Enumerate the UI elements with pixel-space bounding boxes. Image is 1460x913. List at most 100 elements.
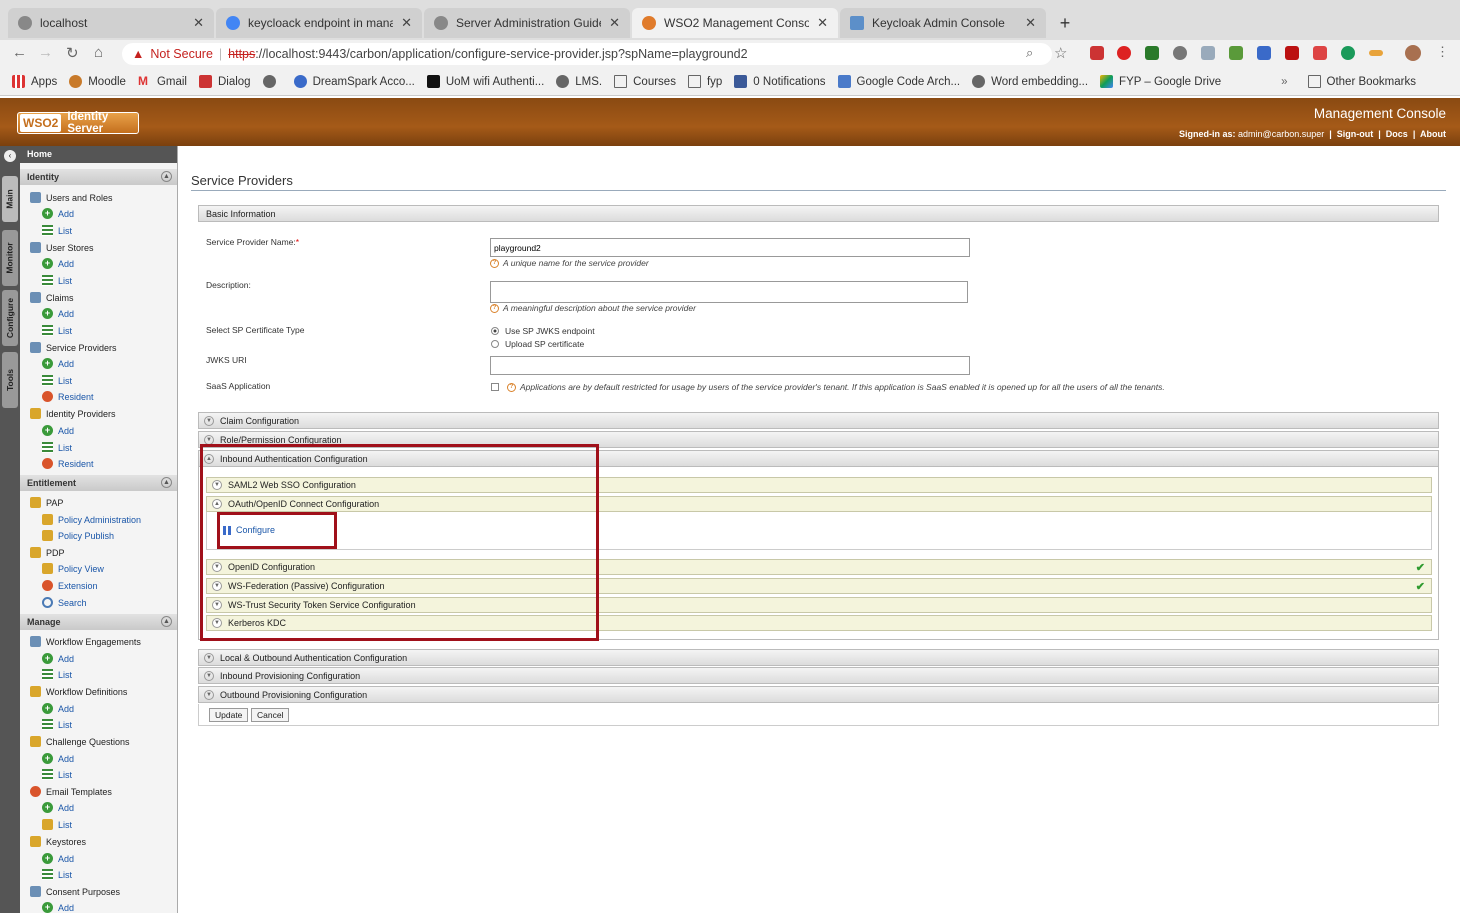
sidebar-link-add[interactable]: + Add: [42, 308, 74, 319]
section-identity[interactable]: Identity ▲: [20, 169, 177, 185]
cancel-button[interactable]: Cancel: [251, 708, 290, 722]
zoom-search-icon[interactable]: ⌕: [1026, 45, 1033, 61]
radio-selected[interactable]: [491, 327, 499, 335]
bookmark-fyp-drive[interactable]: FYP – Google Drive: [1100, 75, 1221, 88]
sidebar-link-add[interactable]: + Add: [42, 902, 74, 913]
address-bar[interactable]: ▲ Not Secure | https://localhost:9443/ca…: [122, 43, 1052, 65]
sidebar-link-list[interactable]: List: [42, 325, 72, 336]
inbound-prov-header[interactable]: ▼ Inbound Provisioning Configuration: [198, 667, 1439, 684]
sidebar-link-resident[interactable]: Resident: [42, 391, 94, 402]
sidebar-link-list[interactable]: List: [42, 225, 72, 236]
sidebar-link-list[interactable]: List: [42, 442, 72, 453]
claim-config-header[interactable]: ▼ Claim Configuration: [198, 412, 1439, 429]
sidebar-link-list[interactable]: List: [42, 769, 72, 780]
sidebar-item-challenge-questions[interactable]: Challenge Questions: [30, 736, 130, 747]
wso2-logo[interactable]: WSO2 Identity Server: [17, 111, 139, 135]
sidebar-link-add[interactable]: + Add: [42, 802, 74, 813]
sidebar-item-service-providers[interactable]: Service Providers: [30, 342, 117, 353]
sidebar-link-policy-publish[interactable]: Policy Publish: [42, 530, 114, 541]
section-entitlement[interactable]: Entitlement ▲: [20, 475, 177, 491]
cert-radio-upload[interactable]: Upload SP certificate: [491, 339, 584, 349]
update-button[interactable]: Update: [209, 708, 249, 722]
sidebar-link-policy-view[interactable]: Policy View: [42, 563, 104, 574]
close-icon[interactable]: ✕: [401, 15, 412, 31]
menu-icon[interactable]: ⋮: [1436, 44, 1449, 60]
bookmark-apps[interactable]: Apps: [12, 75, 57, 88]
sp-name-input[interactable]: [490, 238, 970, 257]
bookmark-lms[interactable]: LMS.: [556, 75, 602, 88]
sidebar-link-add[interactable]: + Add: [42, 853, 74, 864]
sidebar-item-workflow-definitions[interactable]: Workflow Definitions: [30, 686, 127, 697]
bookmark-fyp[interactable]: fyp: [687, 75, 722, 88]
extension-icon[interactable]: [1285, 46, 1299, 60]
collapse-icon[interactable]: ▲: [161, 477, 172, 488]
extension-icon[interactable]: [1257, 46, 1271, 60]
local-outbound-header[interactable]: ▼ Local & Outbound Authentication Configu…: [198, 649, 1439, 666]
tab-keycloack[interactable]: keycloack endpoint in manage✕: [216, 8, 422, 38]
radio-unselected[interactable]: [491, 340, 499, 348]
sidebar-link-resident[interactable]: Resident: [42, 458, 94, 469]
sidebar-item-pdp[interactable]: PDP: [30, 547, 65, 558]
extension-icon[interactable]: [1117, 46, 1131, 60]
sidebar-item-pap[interactable]: PAP: [30, 497, 63, 508]
bookmarks-overflow[interactable]: »: [1281, 76, 1287, 88]
sidebar-link-add[interactable]: + Add: [42, 208, 74, 219]
tab-tools[interactable]: Tools: [2, 352, 18, 408]
extension-icon[interactable]: [1229, 46, 1243, 60]
bookmark-courses[interactable]: Courses: [614, 75, 676, 88]
sidebar-link-search[interactable]: Search: [42, 597, 87, 608]
sidebar-link-list[interactable]: List: [42, 819, 72, 830]
collapse-icon[interactable]: ▲: [161, 171, 172, 182]
jwks-uri-input[interactable]: [490, 356, 970, 375]
sidebar-home[interactable]: Home: [20, 146, 177, 163]
avatar[interactable]: [1405, 45, 1421, 61]
sidebar-link-add[interactable]: + Add: [42, 258, 74, 269]
sidebar-link-add[interactable]: + Add: [42, 703, 74, 714]
bookmark-globe[interactable]: [262, 75, 282, 88]
description-textarea[interactable]: [490, 281, 968, 303]
close-icon[interactable]: ✕: [193, 15, 204, 31]
home-icon[interactable]: ⌂: [94, 44, 103, 61]
about-link[interactable]: About: [1420, 129, 1446, 139]
extension-icon[interactable]: [1145, 46, 1159, 60]
sidebar-item-identity-providers[interactable]: Identity Providers: [30, 408, 116, 419]
back-icon[interactable]: ←: [12, 44, 27, 61]
sidebar-link-list[interactable]: List: [42, 275, 72, 286]
bookmark-moodle[interactable]: Moodle: [69, 75, 126, 88]
collapse-icon[interactable]: ‹: [4, 150, 16, 162]
sidebar-link-add[interactable]: + Add: [42, 358, 74, 369]
not-secure-label[interactable]: Not Secure: [150, 47, 213, 61]
sidebar-item-keystores[interactable]: Keystores: [30, 836, 86, 847]
bookmark-notifications[interactable]: 0 Notifications: [734, 75, 826, 88]
new-tab-button[interactable]: +: [1052, 10, 1078, 36]
tab-wso2[interactable]: WSO2 Management Console ✕: [632, 8, 838, 38]
extension-icon[interactable]: [1201, 46, 1215, 60]
bookmark-google-code[interactable]: Google Code Arch...: [837, 75, 960, 88]
sidebar-link-policy-admin[interactable]: Policy Administration: [42, 514, 141, 525]
sidebar-item-consent-purposes[interactable]: Consent Purposes: [30, 886, 120, 897]
tab-keycloak-admin[interactable]: Keycloak Admin Console ✕: [840, 8, 1046, 38]
forward-icon[interactable]: →: [38, 44, 53, 61]
bookmark-other[interactable]: Other Bookmarks: [1307, 75, 1416, 88]
tab-server-admin[interactable]: Server Administration Guide ✕: [424, 8, 630, 38]
extension-icon[interactable]: [1173, 46, 1187, 60]
sidebar-link-list[interactable]: List: [42, 869, 72, 880]
close-icon[interactable]: ✕: [609, 15, 620, 31]
sidebar-link-add[interactable]: + Add: [42, 653, 74, 664]
reload-icon[interactable]: ↻: [66, 44, 79, 62]
extension-icon[interactable]: [1341, 46, 1355, 60]
sidebar-item-users-roles[interactable]: Users and Roles: [30, 192, 113, 203]
tab-main[interactable]: Main: [2, 176, 18, 222]
sidebar-link-list[interactable]: List: [42, 719, 72, 730]
sidebar-item-claims[interactable]: Claims: [30, 292, 74, 303]
sidebar-item-email-templates[interactable]: Email Templates: [30, 786, 112, 797]
extension-icon[interactable]: [1369, 50, 1383, 56]
cert-radio-jwks[interactable]: Use SP JWKS endpoint: [491, 326, 595, 336]
sidebar-link-list[interactable]: List: [42, 375, 72, 386]
close-icon[interactable]: ✕: [817, 15, 828, 31]
docs-link[interactable]: Docs: [1386, 129, 1408, 139]
bookmark-uom-wifi[interactable]: UoM wifi Authenti...: [426, 75, 544, 88]
bookmark-word-embedding[interactable]: Word embedding...: [972, 75, 1088, 88]
saas-checkbox[interactable]: [491, 383, 499, 391]
sidebar-link-list[interactable]: List: [42, 669, 72, 680]
